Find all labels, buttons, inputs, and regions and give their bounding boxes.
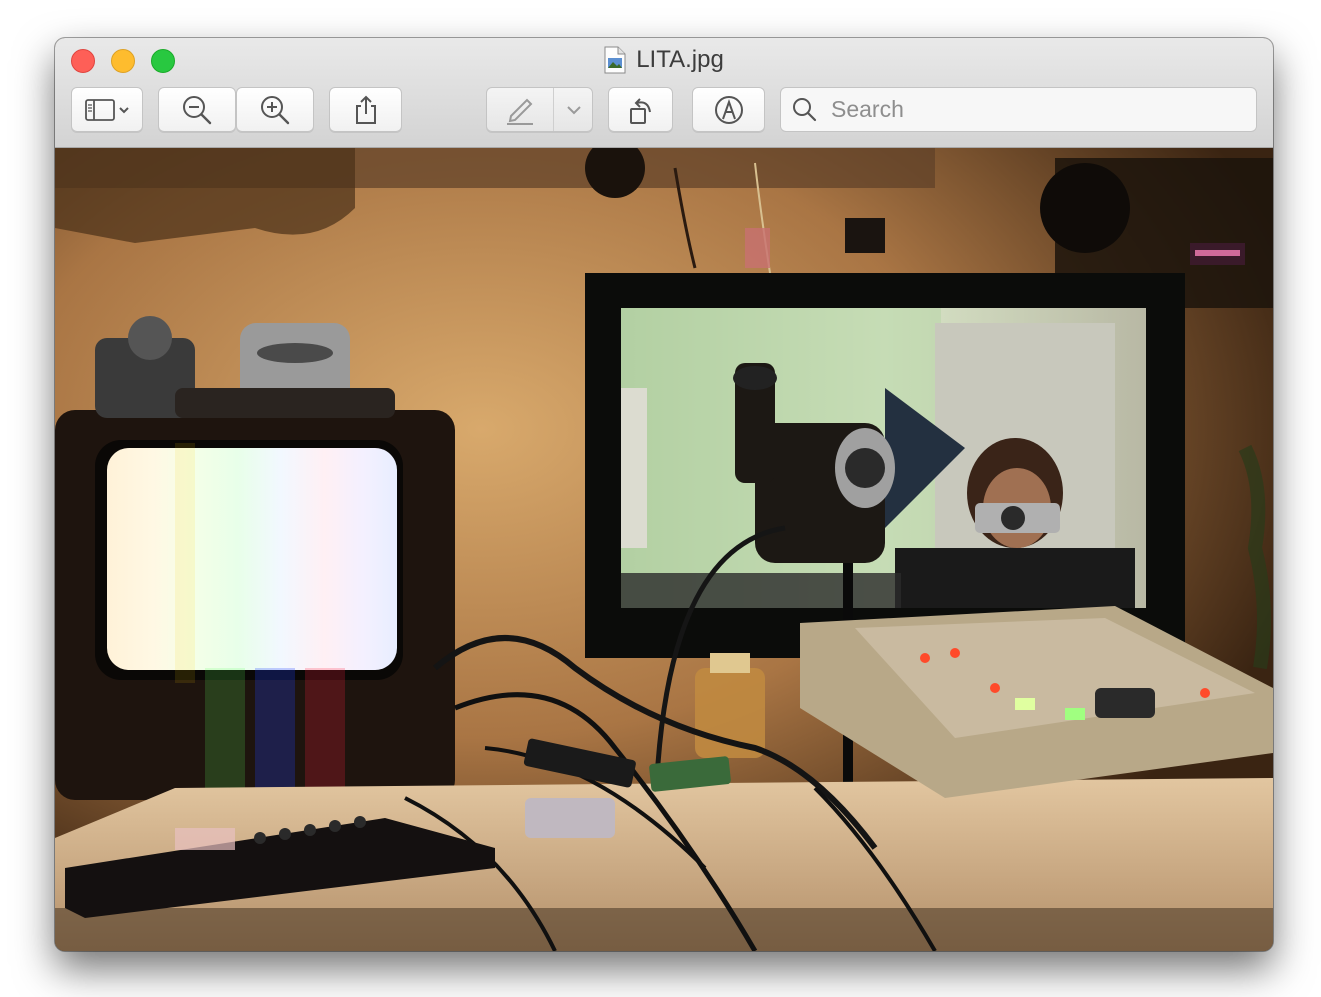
share-button[interactable] [329,87,402,132]
markup-toolbar-button[interactable] [692,87,765,132]
search-icon [793,97,817,121]
sidebar-toggle-button[interactable] [71,87,143,132]
photo-canvas [55,148,1273,951]
preview-window: LITA.jpg [55,38,1273,951]
markup-pen-button[interactable] [486,87,593,132]
search-field[interactable] [780,87,1257,132]
window-title: LITA.jpg [636,46,724,73]
zoom-out-button[interactable] [158,87,236,132]
chevron-down-icon [567,105,581,114]
jpeg-document-icon [604,46,626,74]
markup-options-dropdown[interactable] [554,88,594,131]
share-icon [355,95,376,124]
markup-pen-segment[interactable] [487,88,553,131]
rotate-button[interactable] [608,87,673,132]
zoom-in-button[interactable] [236,87,314,132]
pen-icon [507,98,533,125]
titlebar: LITA.jpg [55,38,1273,148]
rotate-left-icon [629,97,651,124]
zoom-in-icon [261,95,290,124]
window-title-area: LITA.jpg [55,46,1273,76]
sidebar-icon [85,98,129,121]
search-input[interactable] [829,95,1233,124]
zoom-out-icon [183,95,212,124]
crt-television [55,410,455,800]
markup-circle-icon [714,95,743,124]
